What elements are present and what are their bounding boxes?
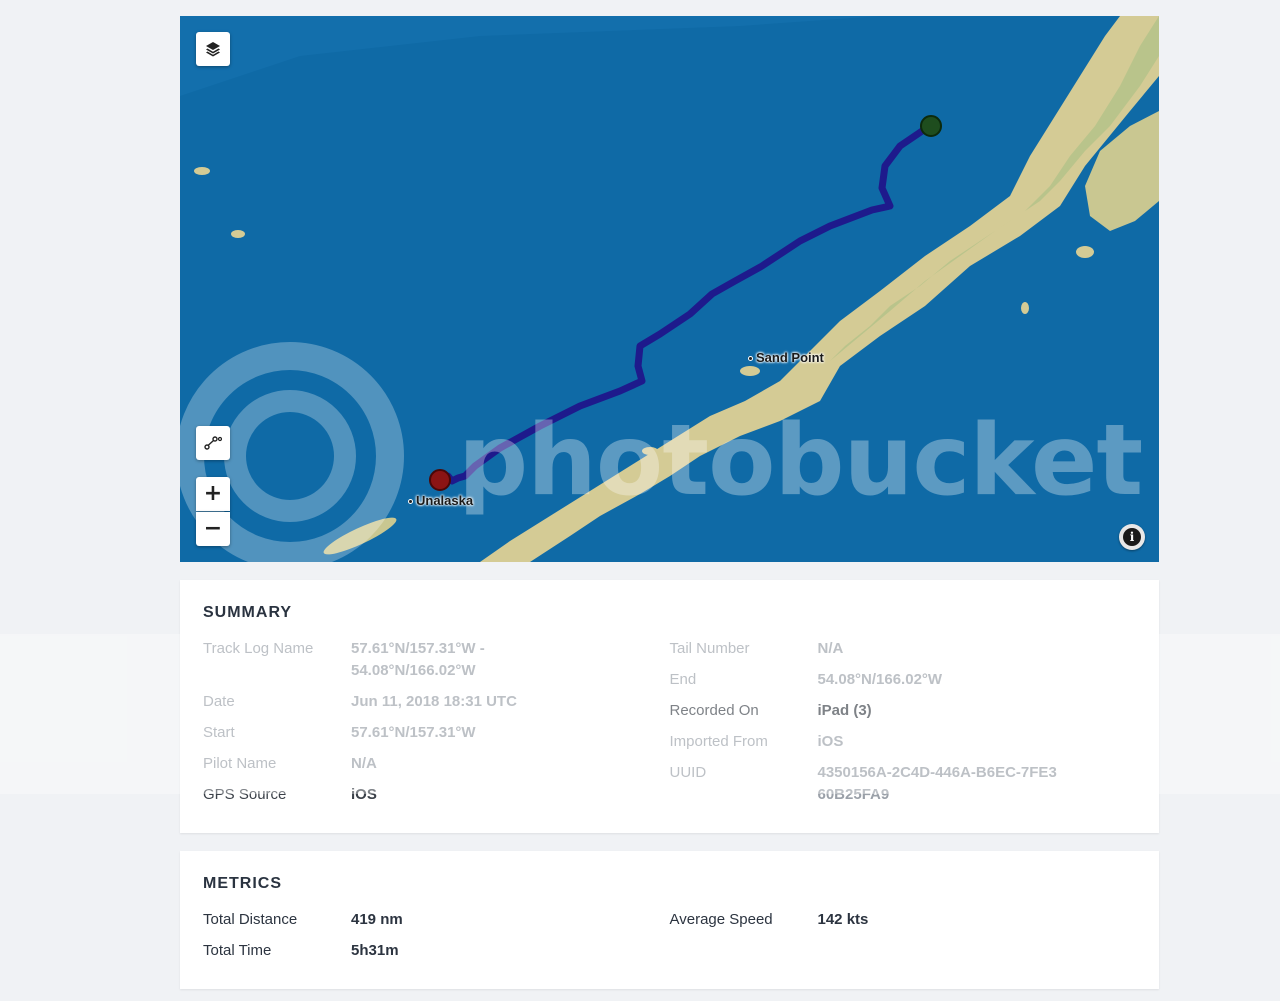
field-label: End [669,671,697,688]
layers-button[interactable] [196,32,230,66]
route-icon [204,436,222,450]
summary-row-uuid: UUID 4350156A-2C4D-446A-B6EC-7FE360B25FA… [670,762,1137,806]
summary-row-tail-number: Tail Number N/A [670,638,1137,660]
zoom-out-button[interactable]: − [196,512,230,546]
layers-icon [206,42,220,57]
summary-row-imported-from: Imported From iOS [670,731,1137,753]
island [1021,302,1029,314]
metrics-row-total-distance: Total Distance 419 nm [203,909,670,931]
field-label: Total Time [203,942,272,959]
field-value: 57.61°N/157.31°W - 54.08°N/166.02°W [351,640,485,679]
field-value: iOS [351,786,377,803]
field-label: Pilot Name [203,755,277,772]
island [323,517,397,555]
field-value: 4350156A-2C4D-446A-B6EC-7FE360B25FA9 [817,764,1057,803]
summary-right-column: Tail Number N/A End 54.08°N/166.02°W Rec… [670,638,1137,815]
flight-map[interactable]: photobucket Sand Point Unalaska + − i [180,16,1159,562]
minus-icon: − [203,516,223,541]
field-value: 142 kts [817,911,869,928]
summary-row-recorded-on: Recorded On iPad (3) [670,700,1137,722]
metrics-row-average-speed: Average Speed 142 kts [670,909,1137,931]
summary-left-column: Track Log Name 57.61°N/157.31°W - 54.08°… [203,638,670,815]
summary-title: SUMMARY [203,604,293,621]
place-name: Sand Point [756,350,824,365]
field-label: Imported From [669,733,768,750]
info-icon: i [1123,528,1141,546]
continental-shelf [180,16,880,96]
summary-row-start: Start 57.61°N/157.31°W [203,722,670,744]
place-name: Unalaska [416,493,474,508]
metrics-card: METRICS Total Distance 419 nm Total Time… [180,851,1159,989]
island [642,447,658,455]
metrics-left-column: Total Distance 419 nm Total Time 5h31m [203,909,670,971]
field-label: Date [203,693,235,710]
metrics-title: METRICS [203,875,282,892]
field-value: iPad (3) [817,702,872,719]
place-label-unalaska: Unalaska [408,493,473,508]
metrics-columns: Total Distance 419 nm Total Time 5h31m A… [203,909,1136,971]
place-dot [748,356,753,362]
field-label: Start [203,724,235,741]
field-label: Tail Number [669,640,750,657]
field-value: 419 nm [351,911,403,928]
plus-icon: + [203,481,223,506]
page-container: photobucket Sand Point Unalaska + − i SU… [180,16,1159,989]
peninsula-land [480,16,1159,562]
metrics-row-total-time: Total Time 5h31m [203,940,670,962]
place-label-sand-point: Sand Point [748,350,824,365]
field-label: GPS Source [203,786,287,803]
island [231,230,245,238]
field-label: Average Speed [669,911,773,928]
field-label: Total Distance [203,911,298,928]
summary-row-gps-source: GPS Source iOS [203,784,670,806]
island [194,167,210,175]
field-value: 54.08°N/166.02°W [817,671,943,688]
track-end-marker[interactable] [429,469,451,491]
map-terrain [180,16,1159,562]
field-value: 5h31m [351,942,399,959]
island [740,366,760,376]
field-label: Track Log Name [203,640,314,657]
flight-track [436,121,935,485]
field-label: Recorded On [669,702,759,719]
field-value: N/A [817,640,844,657]
field-label: UUID [669,764,707,781]
field-value: 57.61°N/157.31°W [351,724,476,741]
place-dot [408,499,413,505]
zoom-in-button[interactable]: + [196,477,230,511]
metrics-right-column: Average Speed 142 kts [670,909,1137,971]
route-button[interactable] [196,426,230,460]
island [1076,246,1094,258]
track-start-marker[interactable] [920,115,942,137]
summary-card: SUMMARY Track Log Name 57.61°N/157.31°W … [180,580,1159,833]
summary-row-track-log-name: Track Log Name 57.61°N/157.31°W - 54.08°… [203,638,670,682]
field-value: iOS [817,733,844,750]
field-value: N/A [351,755,377,772]
summary-columns: Track Log Name 57.61°N/157.31°W - 54.08°… [203,638,1136,815]
field-value: Jun 11, 2018 18:31 UTC [351,693,517,710]
summary-row-date: Date Jun 11, 2018 18:31 UTC [203,691,670,713]
summary-row-pilot-name: Pilot Name N/A [203,753,670,775]
map-info-button[interactable]: i [1119,524,1145,550]
summary-row-end: End 54.08°N/166.02°W [670,669,1137,691]
